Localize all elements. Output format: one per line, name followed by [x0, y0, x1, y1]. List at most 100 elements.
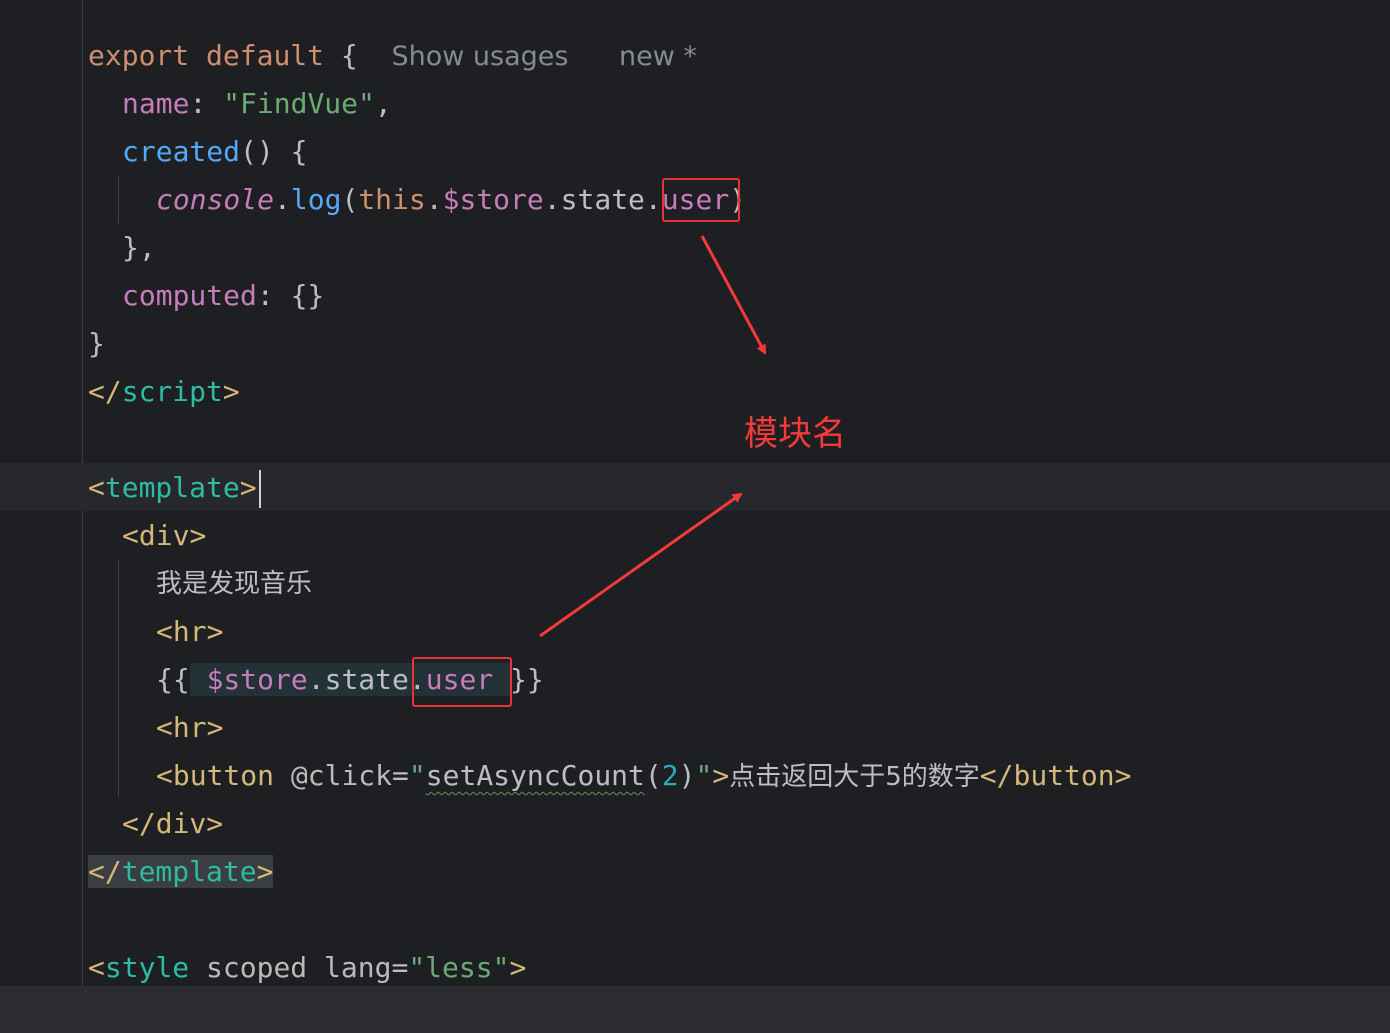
indent-guide	[118, 559, 119, 797]
paren-open: (	[644, 759, 662, 792]
tag-bracket: <	[156, 759, 173, 792]
tag-bracket: >	[206, 807, 224, 840]
tag-bracket: >	[509, 951, 527, 984]
tag-bracket: >	[206, 711, 224, 744]
show-usages-hint[interactable]: Show usages	[391, 41, 568, 72]
text-caret	[258, 470, 261, 508]
property-name: name	[122, 87, 190, 120]
tag-div: div	[155, 807, 207, 840]
comma: ,	[374, 87, 392, 120]
tag-bracket: <	[156, 711, 173, 744]
dot: .	[307, 663, 325, 696]
string-value: "less"	[408, 951, 510, 984]
highlight-box-template-user	[412, 657, 512, 707]
paren-close: )	[678, 759, 696, 792]
paren-open: (	[341, 183, 359, 216]
dot: .	[644, 183, 662, 216]
indent-guide	[118, 175, 119, 223]
code-line-14[interactable]: <hr>	[156, 704, 223, 752]
colon: :	[256, 279, 274, 312]
console-object: console	[156, 183, 275, 216]
code-line-4[interactable]: console.log(this.$store.state.user)	[156, 176, 746, 224]
tag-bracket: <	[122, 519, 139, 552]
handler-setAsyncCount: setAsyncCount	[425, 759, 645, 792]
string-value: "FindVue"	[223, 87, 375, 120]
state-ref: state	[324, 663, 409, 696]
keyword-default: default	[206, 39, 325, 72]
code-line-7[interactable]: }	[88, 320, 105, 368]
method-created: created	[122, 135, 241, 168]
code-line-11[interactable]: 我是发现音乐	[156, 560, 312, 608]
tag-button: button	[172, 759, 275, 792]
colon: :	[189, 87, 207, 120]
annotation-label: 模块名	[744, 414, 846, 454]
tag-bracket: >	[1114, 759, 1132, 792]
attr-click: @click	[290, 759, 393, 792]
attr-lang: lang	[324, 951, 392, 984]
tag-script: script	[121, 375, 223, 408]
tag-bracket: >	[189, 519, 207, 552]
open-brace: {	[340, 39, 358, 72]
code-line-9[interactable]: <template>	[88, 464, 261, 512]
property-computed: computed	[122, 279, 257, 312]
dot: .	[543, 183, 561, 216]
code-line-3[interactable]: created() {	[122, 128, 307, 176]
method-signature: () {	[240, 135, 308, 168]
tag-hr: hr	[172, 615, 207, 648]
code-line-12[interactable]: <hr>	[156, 608, 223, 656]
store-ref: $store	[206, 663, 308, 696]
highlight-box-script-user	[662, 178, 740, 222]
empty-object: {}	[290, 279, 325, 312]
tag-bracket: </	[88, 855, 122, 888]
mustache-close: }}	[510, 663, 544, 696]
tag-style: style	[104, 951, 190, 984]
store-ref: $store	[442, 183, 544, 216]
tag-bracket: >	[712, 759, 730, 792]
author-hint[interactable]: new *	[619, 41, 697, 72]
code-editor[interactable]: export default { Show usages new * name:…	[0, 0, 1390, 986]
tag-bracket: >	[256, 855, 274, 888]
tag-bracket: <	[156, 615, 173, 648]
tag-bracket: >	[239, 471, 257, 504]
tag-bracket: >	[222, 375, 240, 408]
button-text: 点击返回大于5的数字	[729, 762, 980, 792]
code-line-5[interactable]: },	[122, 224, 156, 272]
code-line-6[interactable]: computed: {}	[122, 272, 324, 320]
keyword-this: this	[358, 183, 426, 216]
code-line-15[interactable]: <button @click="setAsyncCount(2)">点击返回大于…	[156, 752, 1131, 800]
tag-bracket: </	[122, 807, 156, 840]
tag-bracket: >	[206, 615, 224, 648]
keyword-export: export	[88, 39, 190, 72]
tag-hr: hr	[172, 711, 207, 744]
code-line-17[interactable]: </template>	[88, 848, 274, 896]
bottom-panel	[0, 986, 1390, 1033]
quote: "	[695, 759, 713, 792]
tag-bracket: <	[88, 471, 105, 504]
dot: .	[425, 183, 443, 216]
tag-div: div	[138, 519, 190, 552]
quote: "	[408, 759, 426, 792]
code-line-8[interactable]: </script>	[88, 368, 240, 416]
code-line-18[interactable]: <style scoped lang="less">	[88, 944, 526, 992]
attr-scoped: scoped	[206, 951, 308, 984]
dot: .	[274, 183, 291, 216]
text-content: 我是发现音乐	[156, 569, 313, 599]
equals: =	[392, 759, 409, 792]
tag-template: template	[121, 855, 257, 888]
close-brace: }	[88, 327, 105, 360]
tag-bracket: </	[88, 375, 122, 408]
close-brace: },	[122, 231, 156, 264]
tag-button: button	[1013, 759, 1115, 792]
code-line-16[interactable]: </div>	[122, 800, 223, 848]
code-line-2[interactable]: name: "FindVue",	[122, 80, 392, 128]
equals: =	[391, 951, 409, 984]
log-method: log	[290, 183, 342, 216]
code-line-10[interactable]: <div>	[122, 512, 206, 560]
state-ref: state	[560, 183, 645, 216]
code-line-1[interactable]: export default { Show usages new *	[88, 32, 697, 80]
tag-bracket: </	[979, 759, 1014, 792]
number-arg: 2	[661, 759, 679, 792]
mustache-open: {{	[156, 663, 190, 696]
tag-template: template	[104, 471, 240, 504]
tag-bracket: <	[88, 951, 105, 984]
